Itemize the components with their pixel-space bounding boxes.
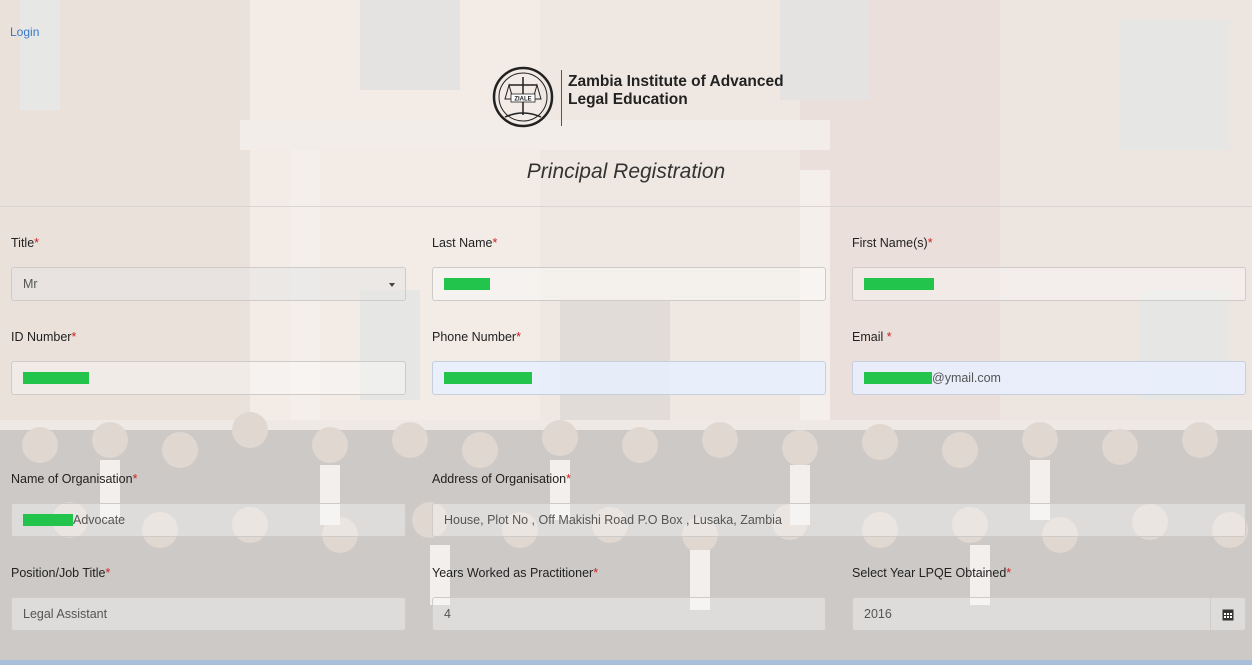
redacted-text xyxy=(23,514,73,526)
divider xyxy=(0,206,1252,207)
years-worked-value: 4 xyxy=(444,607,451,621)
calendar-icon xyxy=(1222,609,1234,620)
calendar-button[interactable] xyxy=(1210,597,1245,631)
org-name-label: Name of Organisation* xyxy=(11,472,138,486)
logo-text: ZIALE xyxy=(514,97,531,103)
email-domain: @ymail.com xyxy=(932,371,1001,385)
years-worked-input[interactable]: 4 xyxy=(432,597,826,631)
lpqe-year-input[interactable]: 2016 xyxy=(852,597,1246,631)
brand-divider xyxy=(561,70,562,126)
chevron-down-icon xyxy=(389,283,395,287)
position-input[interactable]: Legal Assistant xyxy=(11,597,406,631)
redacted-text xyxy=(864,372,932,384)
institute-name: Zambia Institute of Advanced Legal Educa… xyxy=(568,73,784,109)
phone-number-input[interactable] xyxy=(432,361,826,395)
org-address-value: House, Plot No , Off Makishi Road P.O Bo… xyxy=(444,513,782,527)
org-name-suffix: Advocate xyxy=(73,513,126,527)
login-link[interactable]: Login xyxy=(10,25,39,39)
org-address-input[interactable]: House, Plot No , Off Makishi Road P.O Bo… xyxy=(432,503,1246,537)
email-label: Email * xyxy=(852,330,892,344)
title-label: Title* xyxy=(11,236,40,250)
position-label: Position/Job Title* xyxy=(11,566,111,580)
redacted-text xyxy=(444,278,490,290)
title-select[interactable]: Mr xyxy=(11,267,406,301)
institute-name-line2: Legal Education xyxy=(568,91,688,108)
id-number-input[interactable] xyxy=(11,361,406,395)
last-name-input[interactable] xyxy=(432,267,826,301)
redacted-text xyxy=(23,372,89,384)
years-worked-label: Years Worked as Practitioner* xyxy=(432,566,599,580)
institute-name-line1: Zambia Institute of Advanced xyxy=(568,73,784,90)
page-bottom-edge xyxy=(0,660,1252,665)
id-number-label: ID Number* xyxy=(11,330,77,344)
lpqe-year-label: Select Year LPQE Obtained* xyxy=(852,566,1012,580)
last-name-label: Last Name* xyxy=(432,236,498,250)
ziale-logo: ZIALE xyxy=(487,65,567,129)
page-title: Principal Registration xyxy=(526,160,726,183)
first-name-label: First Name(s)* xyxy=(852,236,933,250)
title-select-value: Mr xyxy=(23,277,38,291)
redacted-text xyxy=(444,372,532,384)
org-name-input[interactable]: Advocate xyxy=(11,503,406,537)
position-value: Legal Assistant xyxy=(23,607,108,621)
email-input[interactable]: @ymail.com xyxy=(852,361,1246,395)
redacted-text xyxy=(864,278,934,290)
org-address-label: Address of Organisation* xyxy=(432,472,571,486)
phone-number-label: Phone Number* xyxy=(432,330,521,344)
lpqe-year-value: 2016 xyxy=(864,607,892,621)
first-name-input[interactable] xyxy=(852,267,1246,301)
